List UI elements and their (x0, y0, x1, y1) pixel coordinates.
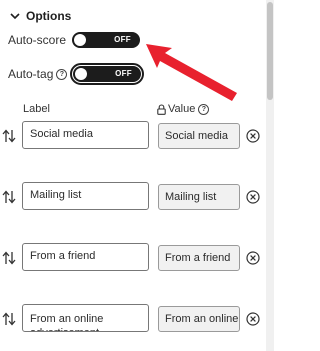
remove-icon[interactable] (246, 312, 260, 326)
option-label-input[interactable]: Mailing list (22, 182, 149, 210)
remove-icon[interactable] (246, 251, 260, 265)
label-header-text: Label (23, 103, 50, 115)
auto-score-toggle[interactable]: OFF (72, 32, 140, 48)
scrollbar-thumb[interactable] (267, 2, 273, 100)
option-row: Social media Social media (0, 121, 266, 153)
reorder-icon[interactable] (2, 312, 16, 326)
option-row: From a friend From a friend (0, 243, 266, 275)
option-row: Mailing list Mailing list (0, 182, 266, 214)
option-value-input: From a friend (158, 245, 240, 271)
option-value-input: Social media (158, 123, 240, 149)
auto-tag-row: Auto-tag ? (8, 67, 68, 81)
reorder-icon[interactable] (2, 251, 16, 265)
auto-score-row: Auto-score (8, 33, 66, 47)
label-column-header: Label (23, 103, 50, 115)
value-column-header: Value ? (157, 103, 210, 115)
toggle-state-text: OFF (114, 35, 131, 44)
auto-tag-label: Auto-tag (8, 67, 54, 81)
remove-icon[interactable] (246, 129, 260, 143)
help-icon[interactable]: ? (56, 68, 68, 80)
auto-score-label: Auto-score (8, 33, 67, 47)
option-label-input[interactable]: Social media (22, 121, 149, 149)
lock-icon (157, 103, 166, 115)
reorder-icon[interactable] (2, 190, 16, 204)
vertical-scrollbar[interactable] (266, 0, 274, 351)
chevron-down-icon (10, 12, 20, 19)
toggle-knob (74, 34, 86, 46)
option-row: From an online advertisement From an onl… (0, 304, 266, 336)
option-label-input[interactable]: From an online advertisement (22, 304, 149, 332)
option-value-input: Mailing list (158, 184, 240, 210)
reorder-icon[interactable] (2, 129, 16, 143)
remove-icon[interactable] (246, 190, 260, 204)
toggle-state-text: OFF (115, 69, 132, 78)
auto-tag-toggle[interactable]: OFF (70, 63, 144, 85)
help-icon[interactable]: ? (198, 103, 210, 115)
option-label-input[interactable]: From a friend (22, 243, 149, 271)
section-title: Options (26, 9, 72, 23)
value-header-text: Value (168, 103, 196, 115)
options-section-header[interactable]: Options (10, 9, 71, 23)
option-value-input: From an online advertisement (158, 306, 240, 332)
toggle-knob (75, 68, 87, 80)
options-panel: Options Auto-score OFF Auto-tag ? OFF La… (0, 0, 266, 351)
